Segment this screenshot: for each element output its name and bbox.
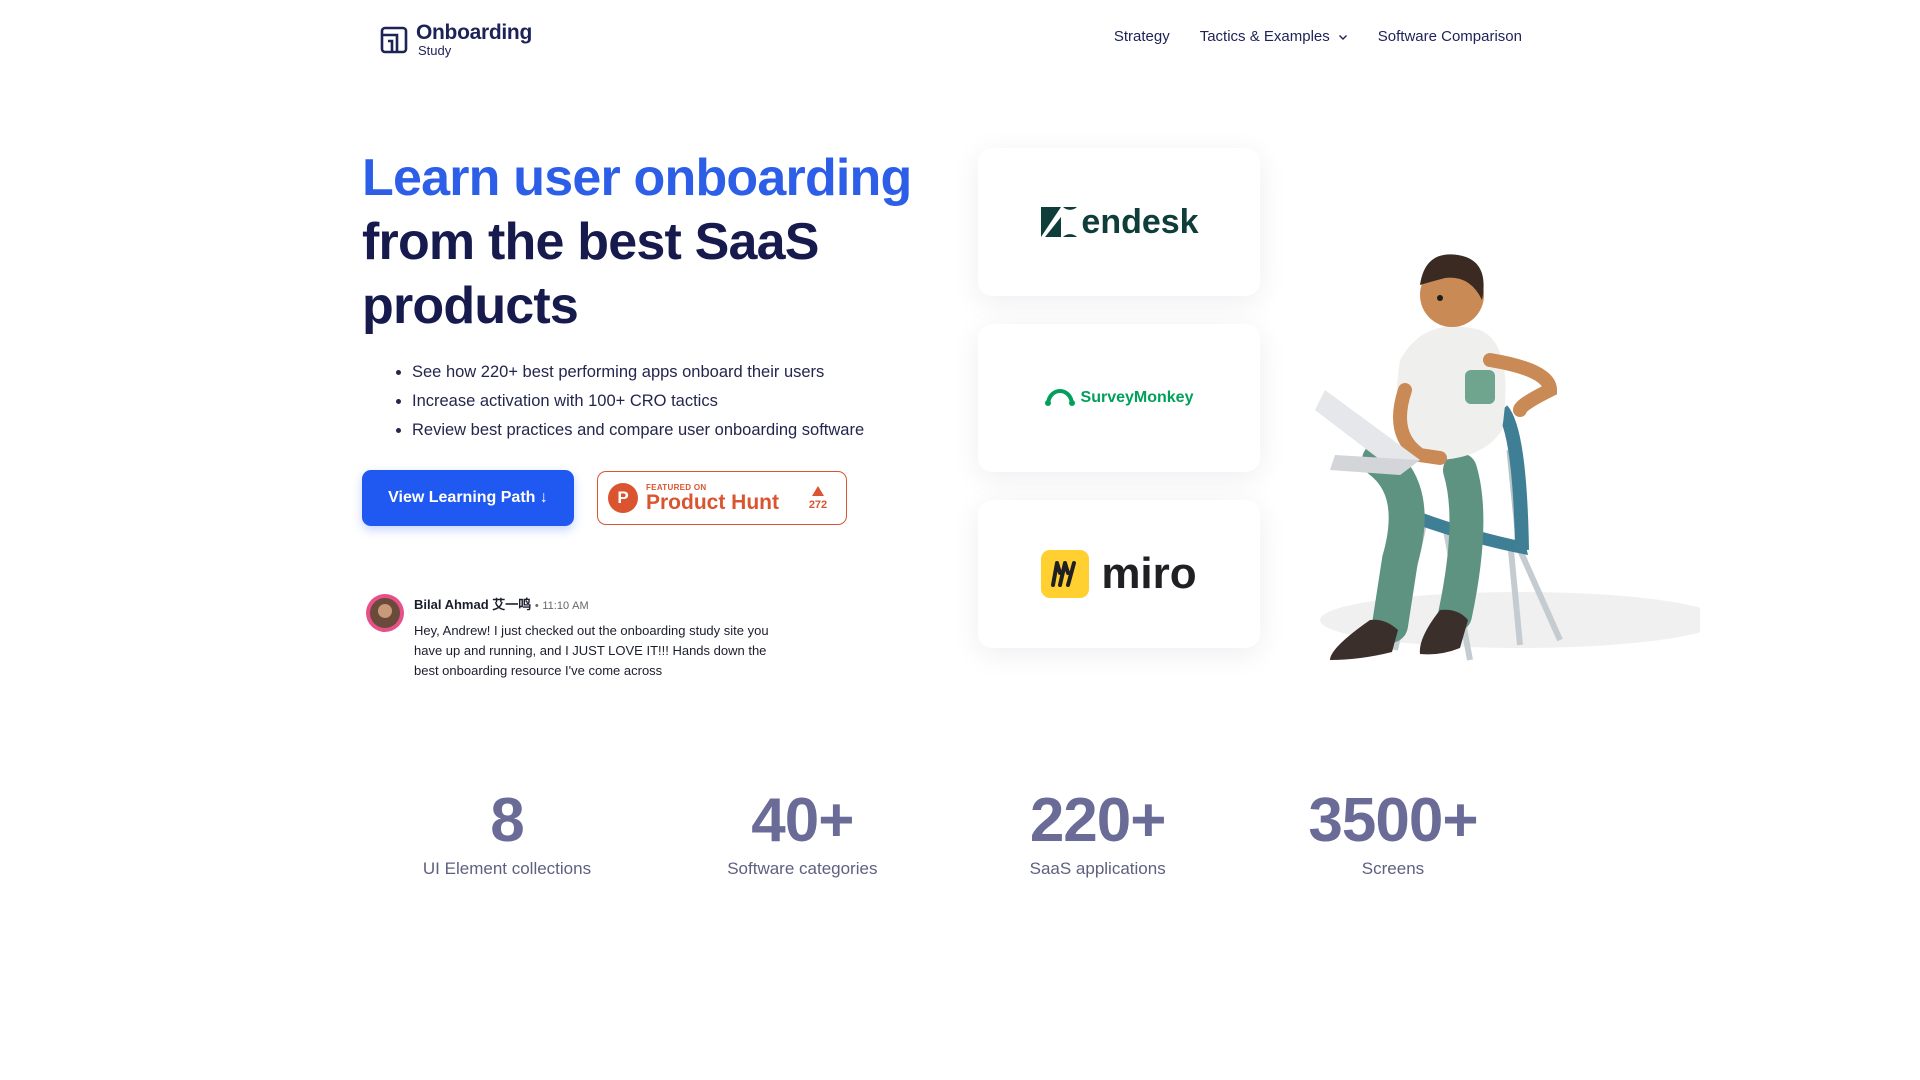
nav-tactics-label: Tactics & Examples (1199, 28, 1330, 45)
stat-value: 220+ (1029, 786, 1167, 855)
stat-value: 3500+ (1308, 786, 1478, 855)
stat-screens: 3500+ Screens (1248, 785, 1538, 879)
miro-card: miro (978, 500, 1260, 648)
logo-icon (380, 26, 408, 54)
stat-software-categories: 40+ Software categories (657, 785, 947, 879)
stat-value: 40+ (751, 786, 854, 855)
hero-title-rest: from the best SaaS products (362, 213, 819, 335)
stats-row: 8 UI Element collections 40+ Software ca… (362, 785, 1538, 879)
zendesk-logo: endesk (1039, 202, 1199, 242)
hero-title: Learn user onboarding from the best SaaS… (362, 146, 922, 338)
bullet-item: Increase activation with 100+ CRO tactic… (412, 387, 864, 416)
surveymonkey-logo: SurveyMonkey (1044, 389, 1194, 407)
producthunt-name: Product Hunt (646, 490, 779, 514)
producthunt-logo-icon: P (608, 483, 638, 513)
chevron-down-icon (1338, 34, 1347, 40)
person-with-laptop-illustration (1315, 254, 1700, 661)
zendesk-wordmark: endesk (1081, 202, 1199, 241)
stat-value: 8 (490, 786, 524, 855)
producthunt-vote-count: 272 (808, 498, 828, 511)
testimonial-header: Bilal Ahmad 艾一鸣 • 11:10 AM (414, 594, 774, 613)
testimonial-author: Bilal Ahmad 艾一鸣 (414, 597, 532, 612)
miro-wordmark: miro (1101, 549, 1197, 598)
stat-label: Screens (1361, 859, 1425, 878)
stat-label: UI Element collections (422, 859, 592, 878)
site-logo[interactable]: Onboarding Study (380, 22, 532, 58)
stat-label: SaaS applications (1029, 859, 1166, 878)
hero-title-accent: Learn user onboarding (362, 149, 912, 207)
view-learning-path-button[interactable]: View Learning Path ↓ (362, 470, 574, 526)
producthunt-votes: 272 (800, 485, 836, 511)
stat-ui-elements: 8 UI Element collections (362, 785, 652, 879)
stat-label: Software categories (727, 859, 878, 878)
nav-software-comparison[interactable]: Software Comparison (1378, 28, 1522, 45)
testimonial-time: 11:10 AM (542, 600, 589, 612)
testimonial-message: Hey, Andrew! I just checked out the onbo… (414, 623, 769, 678)
nav-strategy-label: Strategy (1113, 28, 1170, 45)
avatar (366, 594, 404, 632)
miro-logo: miro (1041, 549, 1197, 599)
stat-saas-applications: 220+ SaaS applications (953, 785, 1243, 879)
miro-icon (1041, 550, 1090, 598)
logo-subtitle: Study (418, 43, 452, 58)
testimonial-separator: • (534, 600, 539, 612)
hero-bullets: See how 220+ best performing apps onboar… (394, 358, 864, 445)
main-nav: Strategy Tactics & Examples Software Com… (1114, 28, 1522, 45)
nav-strategy[interactable]: Strategy (1114, 28, 1170, 45)
upvote-triangle-icon (812, 485, 824, 496)
producthunt-badge[interactable]: P FEATURED ON Product Hunt 272 (597, 471, 847, 525)
nav-software-label: Software Comparison (1377, 28, 1522, 45)
bullet-item: See how 220+ best performing apps onboar… (412, 358, 864, 387)
testimonial: Bilal Ahmad 艾一鸣 • 11:10 AM Hey, Andrew! … (366, 594, 786, 681)
nav-tactics-examples[interactable]: Tactics & Examples (1200, 28, 1348, 45)
zendesk-card: endesk (978, 148, 1260, 296)
zendesk-icon (1041, 207, 1078, 237)
bullet-item: Review best practices and compare user o… (412, 416, 864, 445)
logo-title: Onboarding (416, 21, 532, 44)
surveymonkey-wordmark: SurveyMonkey (1080, 389, 1194, 406)
surveymonkey-card: SurveyMonkey (978, 324, 1260, 472)
surveymonkey-icon (1044, 389, 1075, 406)
